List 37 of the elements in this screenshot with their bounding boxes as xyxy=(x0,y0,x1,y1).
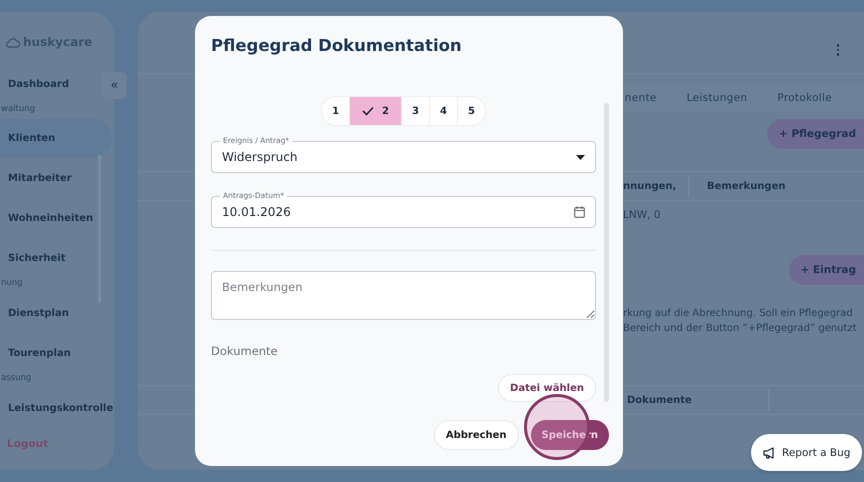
nav-item[interactable]: Wohneinheiten xyxy=(0,198,112,238)
section-label: assung xyxy=(1,373,32,385)
add-entry-button[interactable]: + Eintrag xyxy=(788,255,864,285)
level-option[interactable]: 2 xyxy=(349,97,402,125)
choose-file-button[interactable]: Datei wählen xyxy=(498,374,596,402)
nav-item[interactable]: Tourenplan xyxy=(0,333,112,373)
table-cell-text: LNW, 0 xyxy=(623,208,662,221)
dialog-title: Pflegegrad Dokumentation xyxy=(211,36,463,55)
section-label: waltung xyxy=(1,104,36,116)
info-text: Bereich und der Button “+Pflegegrad” genutzt xyxy=(623,322,858,336)
section-label: nung xyxy=(1,278,24,290)
column-header: Dokumente xyxy=(626,394,693,408)
calendar-icon xyxy=(574,206,585,218)
nav-item[interactable]: Mitarbeiter xyxy=(0,158,112,198)
nav-item[interactable]: Dienstplan xyxy=(0,293,112,333)
tab[interactable]: Leistungen xyxy=(686,88,748,108)
megaphone-icon xyxy=(763,446,776,458)
cloud-logo-icon xyxy=(6,36,20,48)
nav-item[interactable]: Klienten xyxy=(0,119,112,158)
column-header: nnungen, xyxy=(623,180,678,194)
nav-item[interactable]: Sicherheit xyxy=(0,238,112,278)
level-option[interactable]: 5 xyxy=(456,97,485,125)
dropdown-caret-icon xyxy=(576,154,585,160)
report-bug-button[interactable]: Report a Bug xyxy=(751,434,862,471)
tab[interactable]: Protokolle xyxy=(777,88,832,108)
column-header: Bemerkungen xyxy=(688,175,864,197)
cancel-button[interactable]: Abbrechen xyxy=(434,420,519,450)
nav-item[interactable]: Leistungskontrolle xyxy=(0,388,114,428)
documents-label: Dokumente xyxy=(211,344,279,358)
remarks-field[interactable]: Bemerkungen xyxy=(211,271,596,320)
select-value: Widerspruch xyxy=(222,150,298,164)
add-care-level-button[interactable]: + Pflegegrad xyxy=(767,119,864,149)
info-text: rkung auf die Abrechnung. Soll ein Pflegegrad xyxy=(623,307,854,321)
tab[interactable]: nente xyxy=(624,88,657,108)
date-value: 10.01.2026 xyxy=(222,205,292,219)
check-icon xyxy=(362,106,374,116)
save-button[interactable]: Speichern xyxy=(530,420,609,450)
